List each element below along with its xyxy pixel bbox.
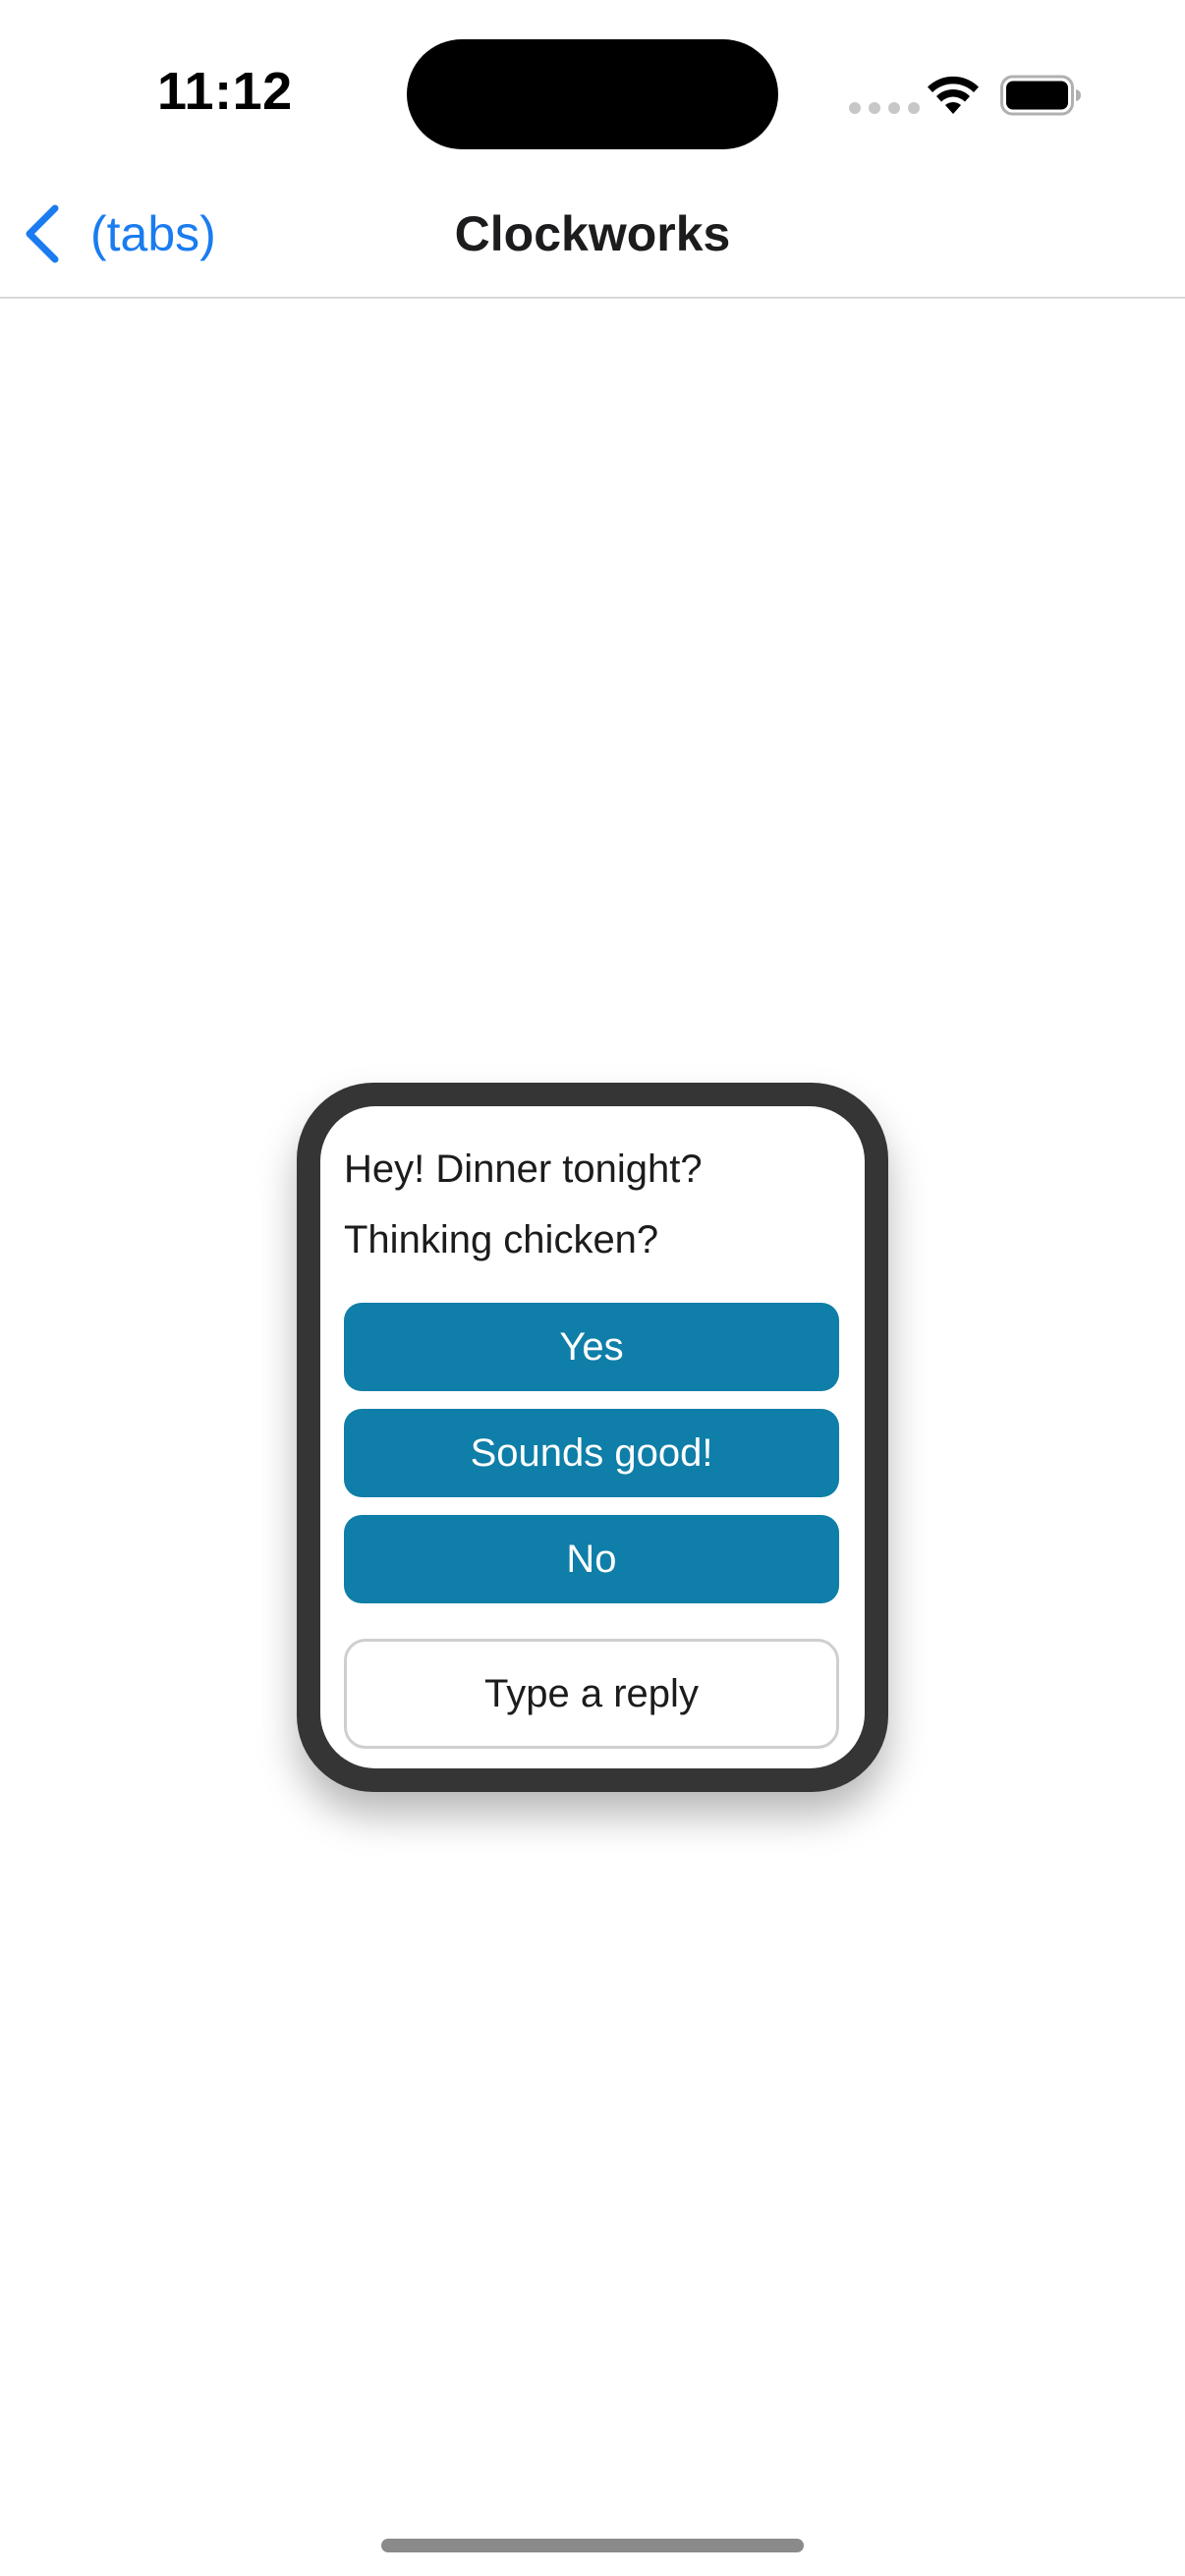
home-indicator[interactable] <box>381 2539 804 2552</box>
app-screen: 11:12 (tabs) Clockworks Hey! Dinner toni… <box>0 0 1185 2576</box>
navigation-bar: (tabs) Clockworks <box>0 175 1185 299</box>
reply-sounds-good-button[interactable]: Sounds good! <box>344 1409 839 1497</box>
message-text-line: Thinking chicken? <box>344 1218 659 1261</box>
watch-frame: Hey! Dinner tonight? Thinking chicken? Y… <box>297 1083 888 1792</box>
dynamic-island <box>407 39 778 149</box>
cellular-signal-icon <box>849 102 920 114</box>
status-time: 11:12 <box>157 62 293 121</box>
reply-no-button[interactable]: No <box>344 1515 839 1603</box>
type-reply-button[interactable]: Type a reply <box>344 1639 839 1749</box>
battery-icon <box>1000 75 1081 116</box>
watch-screen: Hey! Dinner tonight? Thinking chicken? Y… <box>320 1106 865 1768</box>
page-title: Clockworks <box>454 206 731 261</box>
wifi-icon <box>928 76 979 114</box>
message-text-line: Hey! Dinner tonight? <box>344 1148 703 1191</box>
reply-yes-button[interactable]: Yes <box>344 1303 839 1391</box>
